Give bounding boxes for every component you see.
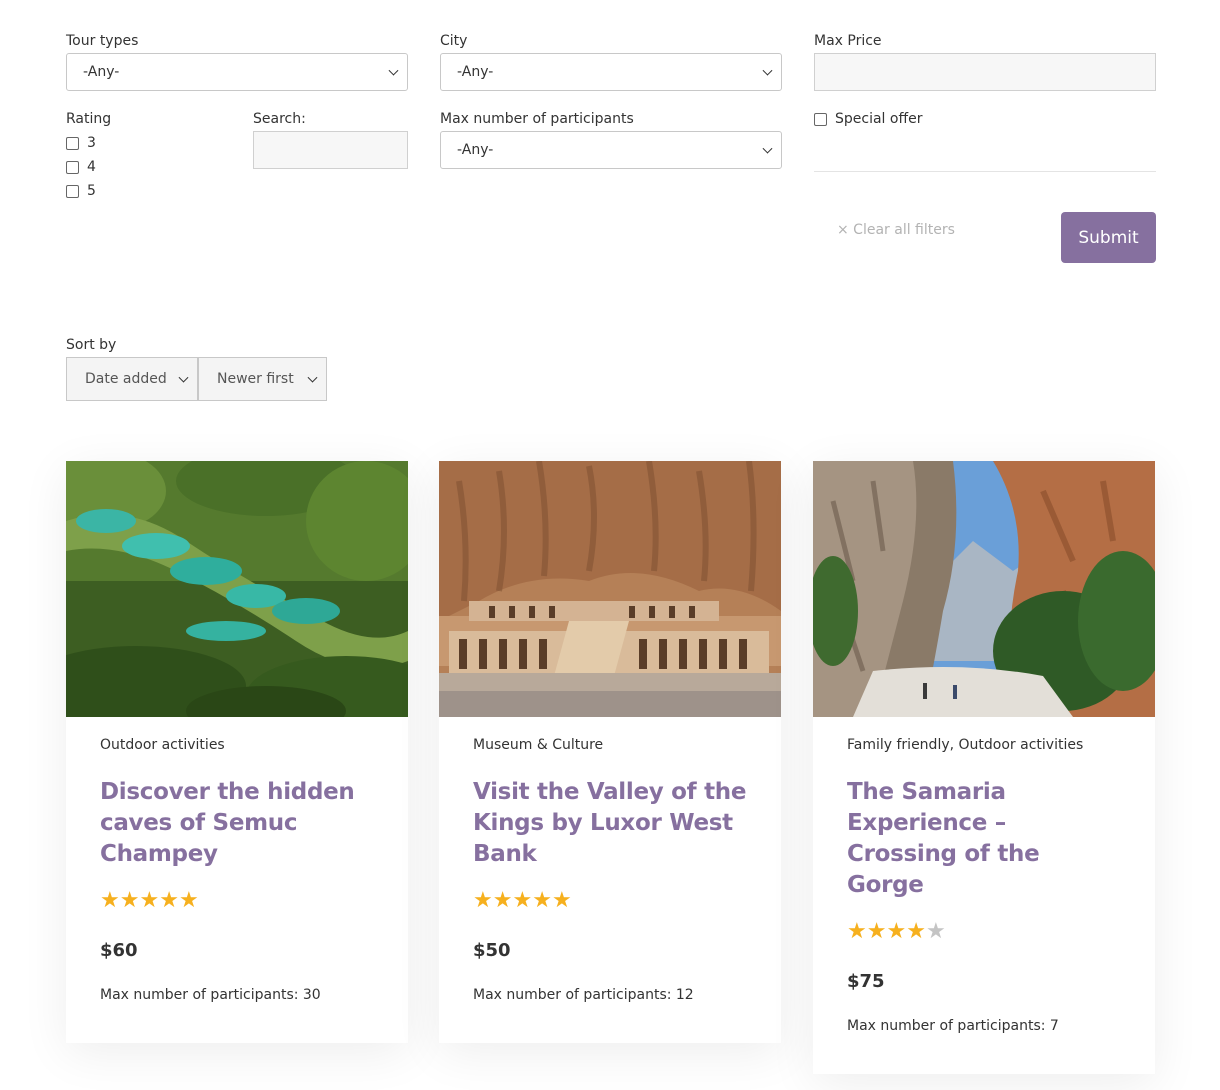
max-participants-select[interactable]: -Any- [440, 131, 782, 169]
tour-card[interactable]: Outdoor activities Discover the hidden c… [66, 461, 408, 1043]
checkbox[interactable] [66, 160, 79, 174]
chevron-down-icon [307, 372, 318, 383]
star-filled-icon: ★ [866, 919, 887, 944]
tour-image [439, 461, 781, 717]
star-filled-icon: ★ [473, 888, 493, 913]
checkbox[interactable] [814, 112, 827, 126]
star-rating: ★ ★ ★ ★ ★ [473, 890, 747, 912]
tour-card[interactable]: Museum & Culture Visit the Valley of the… [439, 461, 781, 1043]
tour-participants: Max number of participants: 30 [100, 987, 321, 1003]
star-filled-icon: ★ [847, 919, 867, 944]
tour-image [66, 461, 408, 717]
tour-card[interactable]: Family friendly, Outdoor activities The … [813, 461, 1155, 1074]
star-filled-icon: ★ [532, 888, 552, 913]
tour-title[interactable]: The Samaria Experience – Crossing of the… [847, 777, 1121, 901]
star-filled-icon: ★ [100, 888, 120, 913]
star-empty-icon: ★ [925, 919, 946, 944]
star-filled-icon: ★ [492, 888, 513, 913]
chevron-down-icon [178, 372, 189, 383]
max-participants-label: Max number of participants [440, 111, 634, 127]
tour-title[interactable]: Discover the hidden caves of Semuc Champ… [100, 777, 374, 870]
tour-price: $75 [847, 971, 885, 992]
star-rating: ★ ★ ★ ★ ★ [847, 921, 1121, 943]
sort-field-select[interactable]: Date added [66, 357, 198, 401]
tour-title[interactable]: Visit the Valley of the Kings by Luxor W… [473, 777, 747, 870]
tour-price: $50 [473, 940, 511, 961]
star-filled-icon: ★ [551, 888, 572, 913]
special-offer-checkbox[interactable]: Special offer [814, 111, 922, 127]
rating-option-4[interactable]: 4 [66, 159, 96, 175]
star-filled-icon: ★ [119, 888, 140, 913]
max-price-label: Max Price [814, 33, 882, 49]
tour-participants: Max number of participants: 7 [847, 1018, 1059, 1034]
tour-image-gorge-canyon[interactable] [813, 461, 1155, 717]
chevron-down-icon [388, 65, 399, 76]
city-label: City [440, 33, 468, 49]
star-filled-icon: ★ [159, 888, 179, 913]
tour-image [813, 461, 1155, 717]
checkbox[interactable] [66, 184, 79, 198]
sort-field-value: Date added [85, 371, 167, 387]
divider [814, 171, 1156, 172]
rating-option-5[interactable]: 5 [66, 183, 96, 199]
star-filled-icon: ★ [512, 888, 533, 913]
rating-option-3[interactable]: 3 [66, 135, 96, 151]
chevron-down-icon [762, 143, 773, 154]
rating-label: Rating [66, 111, 112, 127]
chevron-down-icon [762, 65, 773, 76]
clear-filters-link[interactable]: × Clear all filters [837, 222, 955, 238]
tour-image-jungle-pools[interactable] [66, 461, 408, 717]
search-input[interactable] [253, 131, 408, 169]
tour-price: $60 [100, 940, 138, 961]
star-filled-icon: ★ [906, 919, 926, 944]
tour-types-select[interactable]: -Any- [66, 53, 408, 91]
star-rating: ★ ★ ★ ★ ★ [100, 890, 374, 912]
special-offer-label: Special offer [835, 111, 923, 127]
tour-participants: Max number of participants: 12 [473, 987, 694, 1003]
max-price-input[interactable] [814, 53, 1156, 91]
checkbox[interactable] [66, 136, 79, 150]
sort-order-select[interactable]: Newer first [198, 357, 327, 401]
submit-button[interactable]: Submit [1061, 212, 1156, 263]
tour-category: Family friendly, Outdoor activities [847, 737, 1084, 753]
star-filled-icon: ★ [886, 919, 907, 944]
tour-category: Outdoor activities [100, 737, 225, 753]
rating-option-label: 4 [87, 159, 96, 175]
sort-label: Sort by [66, 337, 117, 353]
rating-option-label: 5 [87, 183, 96, 199]
max-participants-value: -Any- [457, 142, 494, 158]
tour-image-temple-cliffs[interactable] [439, 461, 781, 717]
tour-types-label: Tour types [66, 33, 139, 49]
city-value: -Any- [457, 64, 494, 80]
star-filled-icon: ★ [178, 888, 199, 913]
rating-option-label: 3 [87, 135, 96, 151]
tour-types-value: -Any- [83, 64, 120, 80]
star-filled-icon: ★ [139, 888, 160, 913]
sort-order-value: Newer first [217, 371, 294, 387]
tour-category: Museum & Culture [473, 737, 604, 753]
city-select[interactable]: -Any- [440, 53, 782, 91]
search-label: Search: [253, 111, 306, 127]
